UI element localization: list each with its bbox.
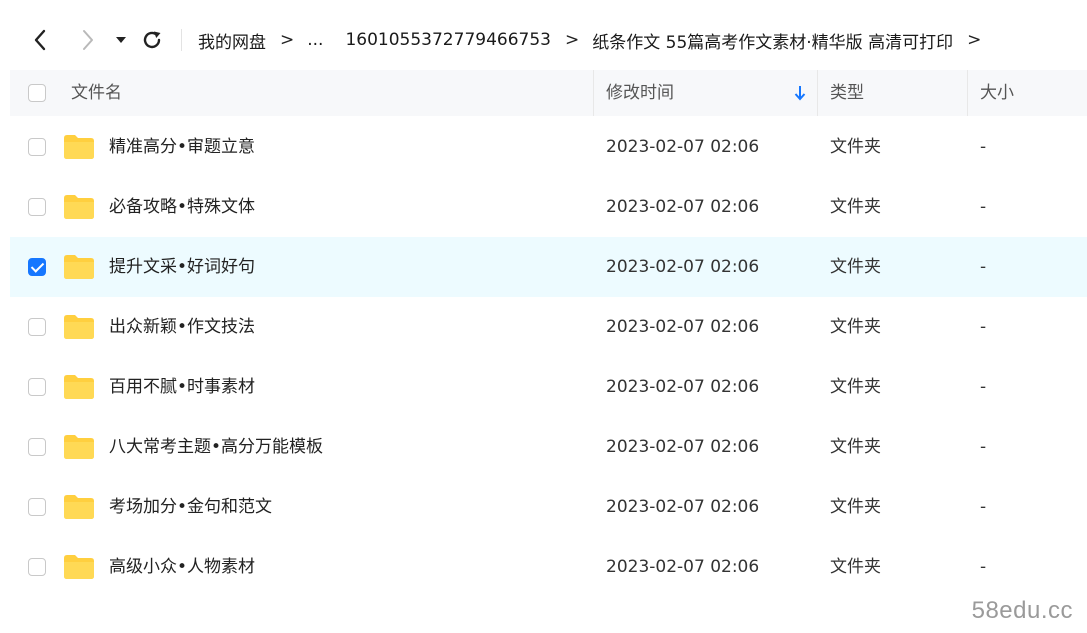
file-size: - — [980, 137, 987, 157]
file-size: - — [980, 197, 987, 217]
row-checkbox[interactable] — [28, 138, 46, 156]
table-row[interactable]: 必备攻略•特殊文体 2023-02-07 02:06 文件夹 - — [10, 177, 1087, 237]
table-row[interactable]: 提升文采•好词好句 2023-02-07 02:06 文件夹 - — [10, 237, 1087, 297]
breadcrumb-separator: > — [280, 30, 295, 50]
file-type: 文件夹 — [830, 197, 881, 217]
header-size[interactable]: 大小 — [980, 70, 1014, 116]
table-header: 文件名 修改时间 类型 大小 — [10, 70, 1087, 116]
table-row[interactable]: 百用不腻•时事素材 2023-02-07 02:06 文件夹 - — [10, 357, 1087, 417]
folder-icon — [64, 375, 94, 399]
modified-time: 2023-02-07 02:06 — [606, 377, 760, 397]
breadcrumb-item-folder-id[interactable]: 1601055372779466753 — [345, 30, 551, 50]
file-type: 文件夹 — [830, 377, 881, 397]
file-size: - — [980, 437, 987, 457]
file-name[interactable]: 八大常考主题•高分万能模板 — [109, 417, 323, 477]
refresh-icon — [143, 31, 161, 49]
sort-indicator[interactable] — [794, 70, 806, 116]
file-type: 文件夹 — [830, 317, 881, 337]
breadcrumb-separator[interactable]: > — [967, 30, 981, 50]
table-row[interactable]: 高级小众•人物素材 2023-02-07 02:06 文件夹 - — [10, 537, 1087, 597]
select-all-checkbox[interactable] — [28, 84, 46, 102]
header-modified[interactable]: 修改时间 — [606, 70, 674, 116]
toolbar-divider — [181, 29, 182, 51]
breadcrumb-item-current[interactable]: 纸条作文 55篇高考作文素材·精华版 高清可打印 — [592, 28, 953, 53]
back-button[interactable] — [26, 18, 54, 62]
file-type: 文件夹 — [830, 497, 881, 517]
row-checkbox[interactable] — [28, 318, 46, 336]
modified-time: 2023-02-07 02:06 — [606, 197, 760, 217]
toolbar: 我的网盘 > ... 1601055372779466753 > 纸条作文 55… — [0, 18, 1087, 62]
watermark: 58edu.cc — [971, 597, 1073, 624]
modified-time: 2023-02-07 02:06 — [606, 317, 760, 337]
file-name[interactable]: 高级小众•人物素材 — [109, 537, 255, 597]
file-size: - — [980, 557, 987, 577]
folder-icon — [64, 555, 94, 579]
file-name[interactable]: 出众新颖•作文技法 — [109, 297, 255, 357]
chevron-right-icon — [83, 30, 93, 50]
history-dropdown-button[interactable] — [110, 18, 132, 62]
modified-time: 2023-02-07 02:06 — [606, 257, 760, 277]
table-row[interactable]: 考场加分•金句和范文 2023-02-07 02:06 文件夹 - — [10, 477, 1087, 537]
folder-icon — [64, 495, 94, 519]
file-browser: 我的网盘 > ... 1601055372779466753 > 纸条作文 55… — [0, 0, 1087, 633]
folder-icon — [64, 315, 94, 339]
row-checkbox[interactable] — [28, 438, 46, 456]
file-name[interactable]: 考场加分•金句和范文 — [109, 477, 272, 537]
modified-time: 2023-02-07 02:06 — [606, 497, 760, 517]
file-size: - — [980, 257, 987, 277]
arrow-down-icon — [794, 86, 806, 101]
file-type: 文件夹 — [830, 257, 881, 277]
file-name[interactable]: 精准高分•审题立意 — [109, 117, 255, 177]
column-divider[interactable] — [967, 70, 968, 116]
breadcrumb-item-ellipsis[interactable]: ... — [307, 30, 323, 50]
table-row[interactable]: 出众新颖•作文技法 2023-02-07 02:06 文件夹 - — [10, 297, 1087, 357]
file-size: - — [980, 377, 987, 397]
caret-down-icon — [116, 37, 126, 43]
folder-icon — [64, 255, 94, 279]
modified-time: 2023-02-07 02:06 — [606, 137, 760, 157]
file-type: 文件夹 — [830, 137, 881, 157]
refresh-button[interactable] — [138, 18, 166, 62]
file-name[interactable]: 提升文采•好词好句 — [109, 237, 255, 297]
modified-time: 2023-02-07 02:06 — [606, 437, 760, 457]
chevron-left-icon — [34, 29, 46, 51]
row-checkbox[interactable] — [28, 258, 46, 276]
column-divider[interactable] — [593, 70, 594, 116]
column-divider[interactable] — [817, 70, 818, 116]
file-name[interactable]: 百用不腻•时事素材 — [109, 357, 255, 417]
row-checkbox[interactable] — [28, 198, 46, 216]
file-name[interactable]: 必备攻略•特殊文体 — [109, 177, 255, 237]
table-row[interactable]: 精准高分•审题立意 2023-02-07 02:06 文件夹 - — [10, 117, 1087, 177]
folder-icon — [64, 135, 94, 159]
modified-time: 2023-02-07 02:06 — [606, 557, 760, 577]
table-row[interactable]: 八大常考主题•高分万能模板 2023-02-07 02:06 文件夹 - — [10, 417, 1087, 477]
breadcrumb-item-root[interactable]: 我的网盘 — [198, 28, 266, 53]
file-size: - — [980, 497, 987, 517]
row-checkbox[interactable] — [28, 498, 46, 516]
row-checkbox[interactable] — [28, 558, 46, 576]
header-name[interactable]: 文件名 — [71, 70, 122, 116]
folder-icon — [64, 435, 94, 459]
breadcrumb-separator: > — [564, 30, 580, 50]
breadcrumb: 我的网盘 > ... 1601055372779466753 > 纸条作文 55… — [198, 18, 994, 62]
file-type: 文件夹 — [830, 437, 881, 457]
file-size: - — [980, 317, 987, 337]
folder-icon — [64, 195, 94, 219]
row-checkbox[interactable] — [28, 378, 46, 396]
file-type: 文件夹 — [830, 557, 881, 577]
header-type[interactable]: 类型 — [830, 70, 864, 116]
forward-button[interactable] — [74, 18, 102, 62]
